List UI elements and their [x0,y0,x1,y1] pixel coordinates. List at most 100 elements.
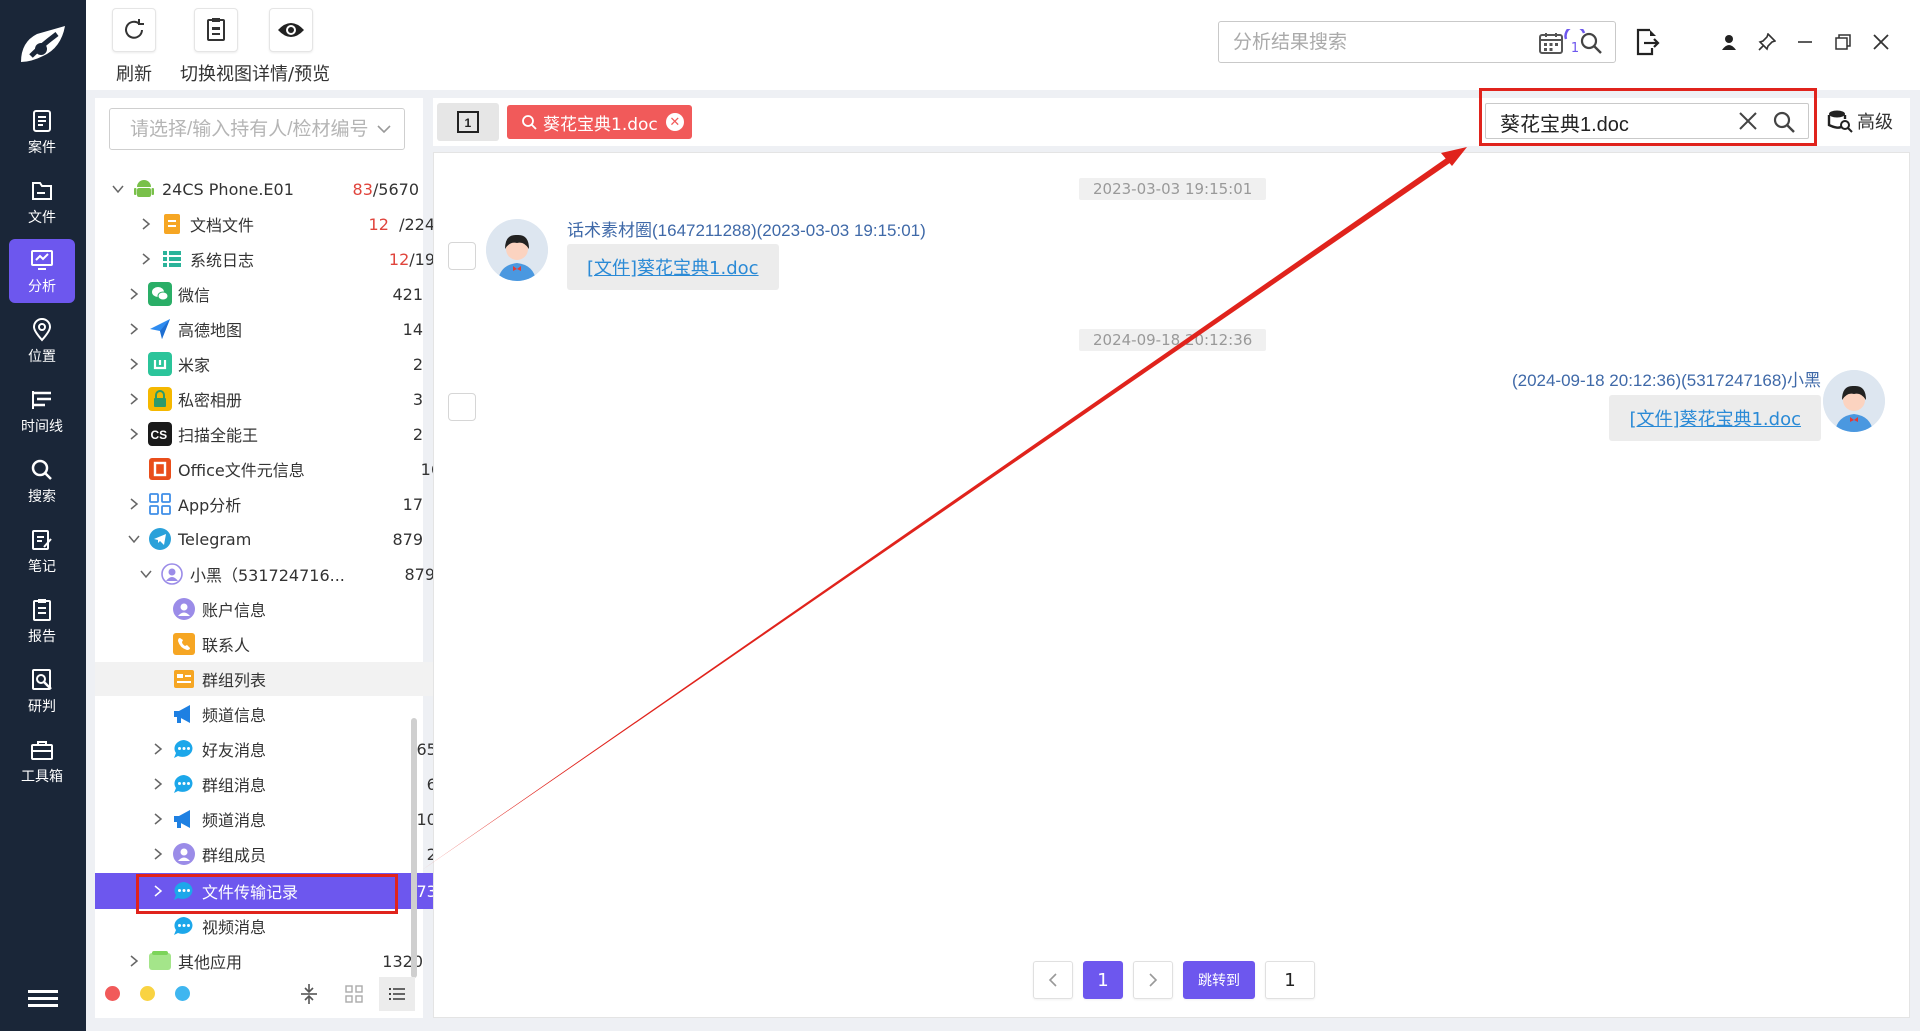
task-progress-indicator[interactable]: 1 [1558,22,1592,62]
tree-item-private-album[interactable]: 私密相册 3 [95,382,423,416]
tree-item-group-messages[interactable]: 群组消息 68 [95,767,447,801]
collapse-all-button[interactable] [295,980,323,1008]
page-number-button[interactable]: 1 [1083,961,1123,999]
nav-note[interactable]: 笔记 [9,519,75,583]
minimize-button[interactable] [1788,22,1822,62]
restore-button[interactable] [1826,22,1860,62]
export-button[interactable] [1630,22,1664,62]
tree-item-channel-info[interactable]: 频道信息 9 [95,697,465,731]
red-filter-dot[interactable] [105,986,120,1001]
blue-filter-dot[interactable] [175,986,190,1001]
chevron-right-icon[interactable] [125,497,143,511]
nav-search[interactable]: 搜索 [9,449,75,513]
note-icon [32,529,52,550]
chevron-right-icon[interactable] [149,742,167,756]
log-icon [159,246,185,272]
minimize-icon [1798,41,1812,43]
tree-item-group-members[interactable]: 群组成员 27 [95,837,447,871]
nav-analysis[interactable]: 分析 [9,239,75,303]
file-icon [32,181,52,200]
grid-view-button[interactable] [340,980,368,1008]
tree-item-telegram[interactable]: Telegram 879 [95,522,423,556]
nav-label: 工具箱 [21,768,63,785]
chevron-down-icon[interactable] [109,182,127,196]
hamburger-menu-icon[interactable] [28,990,58,1012]
tree-item-documents[interactable]: 文档文件 12 /224 [95,207,435,241]
nav-report[interactable]: 报告 [9,589,75,653]
tree-item-camscanner[interactable]: CS 扫描全能王 2 [95,417,423,451]
chevron-right-icon[interactable] [125,357,143,371]
message-checkbox[interactable] [448,393,476,421]
chevron-right-icon[interactable] [149,847,167,861]
tree-item-other-apps[interactable]: 其他应用 1320 [95,944,423,978]
tree-item-user-xiaohei[interactable]: 小黑（531724716... 879 [95,557,435,591]
result-search-field[interactable] [1485,103,1809,139]
pin-button[interactable] [1750,22,1784,62]
layout-toggle-button[interactable]: 1 [437,103,499,141]
tree-item-video-messages[interactable]: 视频消息 1 [95,909,465,943]
chevron-right-icon[interactable] [125,392,143,406]
close-button[interactable] [1864,22,1898,62]
nav-case[interactable]: 案件 [9,100,75,164]
tree-scrollbar[interactable] [411,718,417,978]
holder-select-input[interactable] [128,118,372,142]
tree-item-device[interactable]: 24CS Phone.E01 83/5670 [95,172,419,206]
jump-to-page-button[interactable]: 跳转到 [1183,961,1255,999]
tree-item-mijia[interactable]: 米家 2 [95,347,423,381]
nav-file[interactable]: 文件 [9,170,75,234]
clear-icon[interactable] [1738,111,1758,131]
switch-view-button[interactable]: 切换视图 [180,8,252,86]
detail-preview-button[interactable]: 详情/预览 [252,8,330,86]
list-view-button[interactable] [379,977,415,1011]
tree-item-count: 14 [402,319,423,339]
app-logo [21,26,65,62]
tree-item-office-meta[interactable]: Office文件元信息 16 [95,452,441,486]
export-icon [1636,28,1660,56]
chevron-down-icon[interactable] [376,121,392,137]
analysis-search-field[interactable] [1218,21,1616,63]
chevron-right-icon[interactable] [125,427,143,441]
tree-item-contacts[interactable]: 联系人 3 [95,627,465,661]
file-link[interactable]: [文件]葵花宝典1.doc [1629,405,1801,431]
tree-item-amap[interactable]: 高德地图 14 [95,312,423,346]
tree-item-group-list[interactable]: 群组列表 14 [95,662,477,696]
search-filter-chip[interactable]: 葵花宝典1.doc ✕ [507,105,692,139]
tree-item-friend-messages[interactable]: 好友消息 650 [95,732,447,766]
nav-judge[interactable]: 研判 [9,659,75,723]
jump-page-input[interactable]: 1 [1265,961,1315,999]
chevron-right-icon[interactable] [137,252,155,266]
nav-location[interactable]: 位置 [9,309,75,373]
message-checkbox[interactable] [448,242,476,270]
android-icon [131,176,157,202]
chevron-right-icon[interactable] [149,777,167,791]
tree-item-label: 微信 [178,286,211,305]
refresh-button[interactable]: 刷新 [112,8,156,86]
tree-item-channel-messages[interactable]: 频道消息 107 [95,802,447,836]
chevron-right-icon[interactable] [125,322,143,336]
tree-item-account-info[interactable]: 账户信息 1 [95,592,465,626]
tree-item-wechat[interactable]: 微信 421 [95,277,423,311]
case-icon [33,109,51,132]
close-chip-icon[interactable]: ✕ [665,113,684,131]
analysis-search-input[interactable] [1231,30,1515,56]
close-icon [1873,34,1889,50]
yellow-filter-dot[interactable] [140,986,155,1001]
chevron-right-icon[interactable] [137,217,155,231]
nav-toolbox[interactable]: 工具箱 [9,729,75,793]
chevron-down-icon[interactable] [125,532,143,546]
tree-item-app-analysis[interactable]: App分析 17 [95,487,423,521]
next-page-button[interactable] [1133,961,1173,999]
chevron-right-icon[interactable] [125,954,143,968]
prev-page-button[interactable] [1033,961,1073,999]
chevron-right-icon[interactable] [125,287,143,301]
chevron-down-icon[interactable] [137,567,155,581]
user-button[interactable] [1712,22,1746,62]
nav-timeline[interactable]: 时间线 [9,379,75,443]
chevron-right-icon[interactable] [149,812,167,826]
file-link[interactable]: [文件]葵花宝典1.doc [587,254,759,280]
tree-item-system-log[interactable]: 系统日志 12/19 [95,242,435,276]
advanced-search-button[interactable]: 高级 [1827,108,1893,134]
result-search-input[interactable] [1498,109,1722,135]
holder-select[interactable] [109,108,405,150]
search-icon[interactable] [1772,110,1796,134]
